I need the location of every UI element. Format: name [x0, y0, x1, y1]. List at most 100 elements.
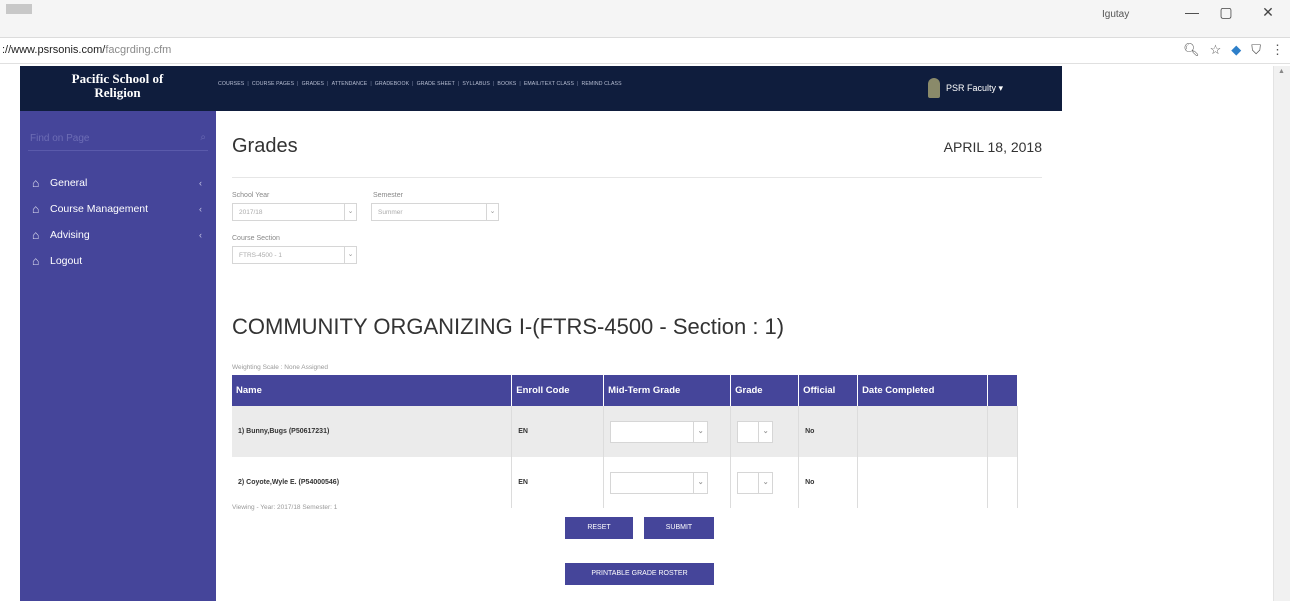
nav-email-text-class[interactable]: EMAIL/TEXT CLASS: [524, 81, 574, 87]
brand-line-2: Religion: [94, 85, 141, 100]
col-grade: Grade: [730, 375, 800, 406]
submit-button[interactable]: SUBMIT: [644, 517, 714, 539]
table-row: 1) Bunny,Bugs (P50617231) EN ⌄ ⌄ No: [232, 406, 1019, 457]
col-date-completed: Date Completed: [857, 375, 988, 406]
chevron-left-icon: ‹: [199, 230, 202, 240]
chevron-down-icon: ⌄: [344, 204, 356, 220]
student-name: 1) Bunny,Bugs (P50617231): [232, 406, 513, 457]
menu-kebab-icon[interactable]: ⋮: [1271, 42, 1284, 58]
col-name: Name: [232, 375, 513, 406]
shield-extension-icon[interactable]: ⛉: [1251, 42, 1261, 58]
chevron-down-icon: ⌄: [693, 421, 707, 442]
col-enroll-code: Enroll Code: [511, 375, 605, 406]
user-menu[interactable]: PSR Faculty ▾: [928, 78, 1003, 98]
official-status: No: [798, 457, 859, 508]
sidebar-item-label: Advising: [50, 229, 90, 241]
address-bar-icons: 🔍︎ ☆ ◆ ⛉ ⋮: [1183, 42, 1284, 58]
top-nav-links: COURSES | COURSE PAGES | GRADES | ATTENDANC…: [218, 81, 622, 87]
zoom-icon[interactable]: 🔍︎: [1183, 42, 1200, 58]
address-bar[interactable]: ://www.psrsonis.com/facgrding.cfm 🔍︎ ☆ ◆…: [0, 38, 1290, 64]
nav-separator: |: [412, 81, 414, 87]
student-name: 2) Coyote,Wyle E. (P54000546): [232, 457, 513, 508]
nav-attendance[interactable]: ATTENDANCE: [332, 81, 368, 87]
table-row: 2) Coyote,Wyle E. (P54000546) EN ⌄ ⌄ No: [232, 457, 1019, 508]
sidebar-item-label: Course Management: [50, 203, 149, 215]
nav-separator: |: [247, 81, 249, 87]
semester-select[interactable]: Summer ⌄: [371, 203, 499, 221]
official-status: No: [798, 406, 859, 457]
restore-button[interactable]: ▢: [1216, 4, 1236, 21]
grades-table: Name Enroll Code Mid-Term Grade Grade Of…: [232, 375, 1019, 508]
mid-term-grade-select[interactable]: ⌄: [610, 471, 709, 494]
date-completed: [857, 406, 988, 457]
url-text[interactable]: ://www.psrsonis.com/facgrding.cfm: [2, 44, 171, 56]
sidebar-item-label: General: [50, 177, 88, 189]
chevron-down-icon: ⌄: [758, 472, 772, 493]
sidebar-item-logout[interactable]: ⌂ Logout: [32, 252, 208, 270]
search-icon[interactable]: ⌕: [200, 132, 206, 143]
school-year-select[interactable]: 2017/18 ⌄: [232, 203, 357, 221]
nav-separator: |: [457, 81, 460, 87]
mid-term-grade-select[interactable]: ⌄: [610, 420, 709, 443]
nav-course-pages[interactable]: COURSE PAGES: [252, 81, 294, 87]
page-title: Grades: [232, 135, 298, 157]
find-on-page-input[interactable]: Find on Page ⌕: [28, 131, 208, 151]
top-navbar: Pacific School of Religion COURSES | COUR…: [20, 66, 1062, 111]
col-mid-term-grade: Mid-Term Grade: [603, 375, 732, 406]
date-completed: [857, 457, 988, 508]
mid-term-grade-cell: ⌄: [603, 406, 732, 457]
semester-value: Summer: [378, 209, 403, 216]
nav-separator: |: [492, 81, 495, 87]
nav-gradebook[interactable]: GRADEBOOK: [375, 81, 409, 87]
bookmark-star-icon[interactable]: ☆: [1210, 42, 1222, 58]
nav-remind-class[interactable]: REMIND CLASS: [582, 81, 622, 87]
nav-courses[interactable]: COURSES: [218, 81, 244, 87]
course-section-select[interactable]: FTRS-4500 - 1 ⌄: [232, 246, 357, 264]
nav-syllabus[interactable]: SYLLABUS: [462, 81, 490, 87]
nav-books[interactable]: BOOKS: [497, 81, 516, 87]
table-header-row: Name Enroll Code Mid-Term Grade Grade Of…: [232, 375, 1019, 406]
sidebar-item-course-management[interactable]: ⌂ Course Management ‹: [32, 200, 208, 218]
brand-line-1: Pacific School of: [71, 71, 164, 86]
nav-separator: |: [327, 81, 329, 87]
viewing-info: Viewing - Year: 2017/18 Semester: 1: [232, 504, 338, 511]
sidebar-item-label: Logout: [50, 255, 83, 267]
chevron-down-icon: ⌄: [758, 421, 772, 442]
page-scrollbar[interactable]: ▲: [1273, 66, 1290, 601]
nav-grades[interactable]: GRADES: [302, 81, 325, 87]
close-button[interactable]: ✕: [1258, 4, 1278, 21]
app-container: Pacific School of Religion COURSES | COUR…: [20, 66, 1062, 601]
chevron-down-icon: ⌄: [486, 204, 498, 220]
nav-separator: |: [297, 81, 299, 87]
browser-title-bar: Igutay — ▢ ✕: [0, 0, 1290, 38]
browser-tab[interactable]: [6, 4, 32, 14]
profile-name[interactable]: Igutay: [1102, 9, 1129, 20]
sidebar-item-advising[interactable]: ⌂ Advising ‹: [32, 226, 208, 244]
scroll-up-arrow-icon[interactable]: ▲: [1278, 68, 1285, 75]
course-title: COMMUNITY ORGANIZING I-(FTRS-4500 - Sect…: [232, 314, 785, 339]
extra-cell: [987, 406, 1019, 457]
find-on-page-placeholder: Find on Page: [30, 133, 90, 144]
sidebar-item-general[interactable]: ⌂ General ‹: [32, 174, 208, 192]
divider: [232, 177, 1042, 178]
extension-icon[interactable]: ◆: [1231, 42, 1241, 58]
semester-label: Semester: [373, 192, 403, 199]
printable-grade-roster-button[interactable]: PRINTABLE GRADE ROSTER: [565, 563, 714, 585]
minimize-button[interactable]: —: [1182, 4, 1202, 20]
home-icon: ⌂: [32, 202, 40, 216]
reset-button[interactable]: RESET: [565, 517, 633, 539]
avatar: [928, 78, 940, 98]
chevron-left-icon: ‹: [199, 204, 202, 214]
nav-grade-sheet[interactable]: GRADE SHEET: [417, 81, 455, 87]
grade-select[interactable]: ⌄: [737, 471, 774, 494]
enroll-code: EN: [511, 406, 605, 457]
extra-cell: [987, 457, 1019, 508]
page-date: APRIL 18, 2018: [943, 139, 1042, 155]
home-icon: ⌂: [32, 176, 40, 190]
brand-logo[interactable]: Pacific School of Religion: [20, 72, 215, 100]
sidebar: Find on Page ⌕ ⌂ General ‹ ⌂ Course Mana…: [20, 111, 216, 601]
grade-cell: ⌄: [730, 457, 800, 508]
grade-select[interactable]: ⌄: [737, 420, 774, 443]
nav-separator: |: [577, 81, 579, 87]
grade-cell: ⌄: [730, 406, 800, 457]
